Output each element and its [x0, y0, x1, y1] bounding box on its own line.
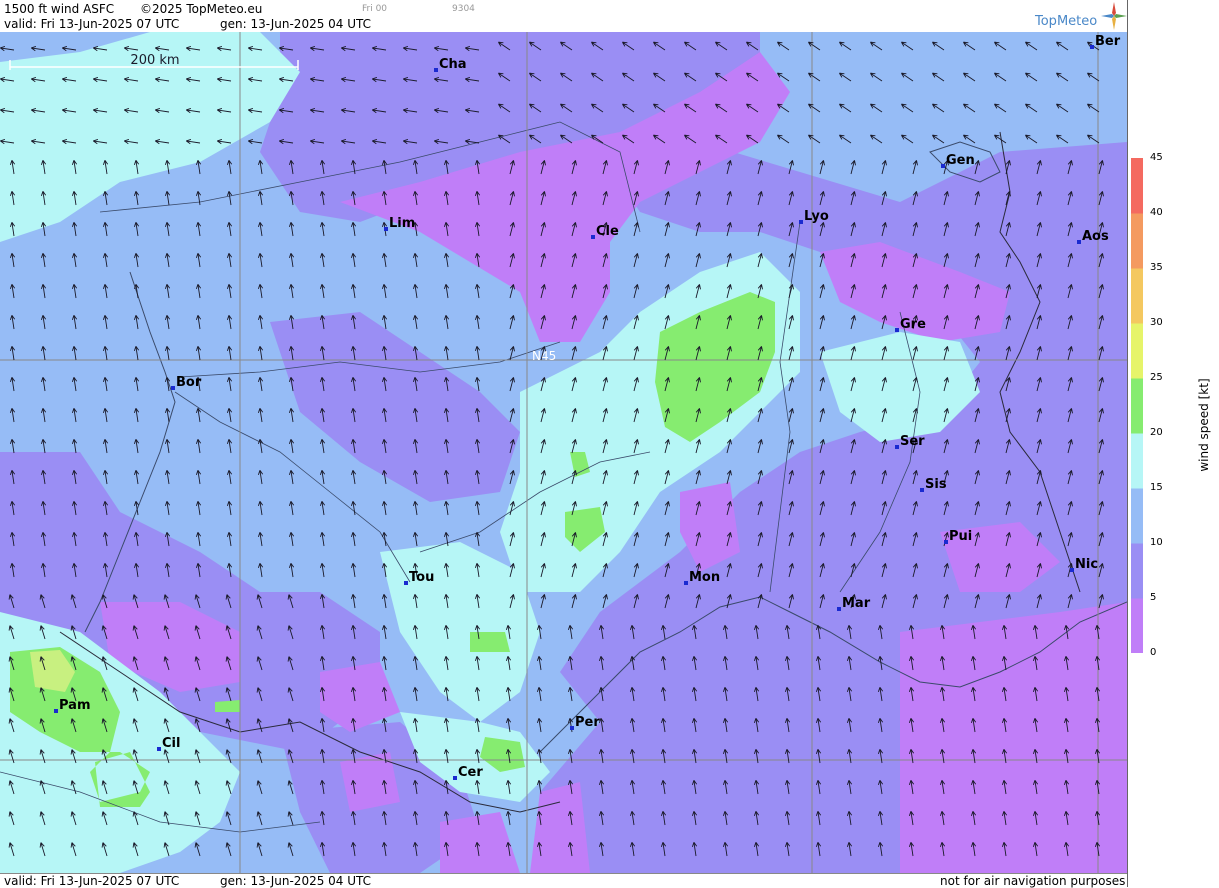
city-marker [944, 540, 948, 544]
city-label: Tou [409, 570, 434, 585]
city-label: Nic [1075, 557, 1098, 572]
product-title: 1500 ft wind ASFC [4, 2, 115, 16]
legend-swatch [1131, 323, 1143, 379]
city-label: Lyo [804, 209, 829, 224]
legend-tick-label: 40 [1150, 207, 1163, 218]
city-marker [570, 726, 574, 730]
city-marker [920, 488, 924, 492]
city-label: Gre [900, 317, 926, 332]
city-nic: Nic [1070, 557, 1098, 572]
city-marker [1070, 568, 1074, 572]
legend-tick-label: 15 [1150, 482, 1163, 493]
city-marker [453, 776, 457, 780]
compass-star-icon [1101, 2, 1127, 30]
header-bar: 1500 ft wind ASFC ©2025 TopMeteo.eu Fri … [0, 0, 1127, 33]
legend-swatch [1131, 378, 1143, 434]
city-label: Cil [162, 736, 180, 751]
city-marker [434, 68, 438, 72]
city-cle: Cle [591, 224, 619, 239]
city-label: Mar [842, 596, 871, 611]
legend-swatch [1131, 543, 1143, 599]
city-marker [799, 220, 803, 224]
city-label: Cha [439, 57, 467, 72]
city-label: Mon [689, 570, 720, 585]
legend-tick-label: 45 [1150, 152, 1163, 163]
city-label: Bor [176, 375, 202, 390]
run-code: 9304 [452, 4, 475, 14]
city-lim: Lim [384, 216, 415, 231]
city-marker [1077, 240, 1081, 244]
city-marker [384, 227, 388, 231]
city-marker [591, 235, 595, 239]
topmeteo-logo[interactable]: TopMeteo [1035, 14, 1097, 29]
city-marker [404, 581, 408, 585]
legend-unit-label: wind speed [kt] [1197, 378, 1211, 472]
city-label: Per [575, 715, 600, 730]
footer-bar: valid: Fri 13-Jun-2025 07 UTC gen: 13-Ju… [0, 873, 1127, 888]
city-marker [171, 386, 175, 390]
legend-tick-label: 5 [1150, 592, 1157, 603]
city-label: Cer [458, 765, 483, 780]
valid-time: valid: Fri 13-Jun-2025 07 UTC [4, 17, 180, 31]
city-marker [684, 581, 688, 585]
city-marker [837, 607, 841, 611]
city-marker [895, 328, 899, 332]
city-marker [1090, 45, 1094, 49]
city-marker [54, 709, 58, 713]
city-ser: Ser [895, 434, 925, 449]
generated-time: gen: 13-Jun-2025 04 UTC [220, 17, 372, 31]
city-label: Aos [1082, 229, 1109, 244]
legend-tick-label: 25 [1150, 372, 1163, 383]
city-sis: Sis [920, 477, 947, 492]
city-label: Cle [596, 224, 619, 239]
legend-swatch [1131, 598, 1143, 653]
legend-tick-label: 30 [1150, 317, 1163, 328]
city-bor: Bor [171, 375, 202, 390]
latitude-label: N45 [532, 349, 556, 363]
city-pam: Pam [54, 698, 91, 713]
city-aos: Aos [1077, 229, 1109, 244]
legend-swatch [1131, 268, 1143, 324]
legend-tick-label: 20 [1150, 427, 1163, 438]
legend-tick-label: 35 [1150, 262, 1163, 273]
city-tou: Tou [404, 570, 434, 585]
legend-swatch [1131, 213, 1143, 269]
scale-bar-label: 200 km [130, 53, 179, 68]
city-marker [941, 164, 945, 168]
city-pui: Pui [944, 529, 972, 544]
color-scale-bar [1131, 158, 1143, 653]
legend-tick-label: 0 [1150, 647, 1157, 658]
city-per: Per [570, 715, 600, 730]
legend-swatch [1131, 433, 1143, 489]
footer-valid-time: valid: Fri 13-Jun-2025 07 UTC [4, 874, 180, 888]
city-label: Ser [900, 434, 925, 449]
city-cer: Cer [453, 765, 483, 780]
city-label: Gen [946, 153, 975, 168]
copyright-text: ©2025 TopMeteo.eu [140, 2, 263, 16]
legend-swatch [1131, 488, 1143, 544]
city-gen: Gen [941, 153, 975, 168]
city-cha: Cha [434, 57, 467, 72]
run-label: Fri 00 [362, 4, 388, 14]
city-marker [157, 747, 161, 751]
city-marker [895, 445, 899, 449]
city-label: Sis [925, 477, 947, 492]
city-label: Pam [59, 698, 91, 713]
city-label: Lim [389, 216, 415, 231]
disclaimer-text: not for air navigation purposes [940, 874, 1126, 888]
city-lyo: Lyo [799, 209, 829, 224]
wind-map[interactable]: N45 200 km Ber Cha Gen Lim Cle Lyo Aos Gre Bor Se… [0, 32, 1127, 873]
city-ber: Ber [1090, 34, 1121, 49]
legend-swatch [1131, 158, 1143, 214]
city-mar: Mar [837, 596, 871, 611]
city-label: Ber [1095, 34, 1121, 49]
footer-generated-time: gen: 13-Jun-2025 04 UTC [220, 874, 372, 888]
city-gre: Gre [895, 317, 926, 332]
legend-tick-label: 10 [1150, 537, 1163, 548]
city-mon: Mon [684, 570, 720, 585]
city-label: Pui [949, 529, 972, 544]
